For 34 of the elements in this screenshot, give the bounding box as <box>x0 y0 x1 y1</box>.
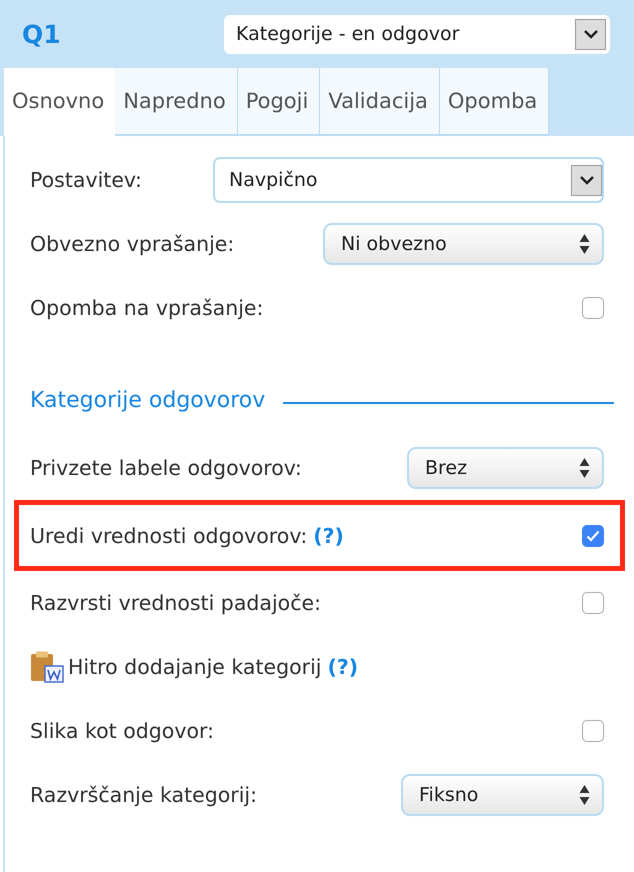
checkbox[interactable] <box>582 720 604 742</box>
section-heading: Kategorije odgovorov <box>30 388 266 413</box>
quick-add-link[interactable]: Hitro dodajanje kategorij <box>68 655 322 679</box>
help-link[interactable]: (?) <box>328 655 358 679</box>
field-label: Privzete labele odgovorov: <box>30 456 302 480</box>
select-field[interactable]: Fiksno <box>401 774 604 816</box>
tab[interactable]: Osnovno <box>4 68 116 136</box>
field-label: Slika kot odgovor: <box>30 719 214 743</box>
checkbox[interactable] <box>582 297 604 319</box>
field-label: Uredi vrednosti odgovorov: <box>30 524 308 548</box>
dropdown[interactable]: Navpično <box>213 157 604 203</box>
help-link[interactable]: (?) <box>313 524 344 548</box>
field-label: Razvrsti vrednosti padajoče: <box>30 591 321 615</box>
question-number: Q1 <box>22 20 61 48</box>
up-down-arrows-icon <box>579 784 590 806</box>
select-field[interactable]: Brez <box>407 447 604 489</box>
clipboard-document-icon <box>30 651 64 683</box>
up-down-arrows-icon <box>579 233 590 255</box>
up-down-arrows-icon <box>579 457 590 479</box>
question-type-dropdown[interactable]: Kategorije - en odgovor <box>224 14 610 54</box>
checkbox[interactable] <box>582 592 604 614</box>
tab[interactable]: Validacija <box>320 68 440 136</box>
check-icon <box>586 530 600 542</box>
tab[interactable]: Opomba <box>440 68 550 136</box>
chevron-down-icon <box>578 175 594 185</box>
field-label: Postavitev: <box>30 168 142 192</box>
field-label: Razvrščanje kategorij: <box>30 783 258 807</box>
chevron-down-icon <box>582 29 598 39</box>
checkbox[interactable] <box>582 524 604 546</box>
field-label: Obvezno vprašanje: <box>30 232 234 256</box>
field-label: Opomba na vprašanje: <box>30 296 264 320</box>
tab[interactable]: Napredno <box>115 68 238 136</box>
select-field[interactable]: Ni obvezno <box>323 223 604 265</box>
tab[interactable]: Pogoji <box>238 68 320 136</box>
